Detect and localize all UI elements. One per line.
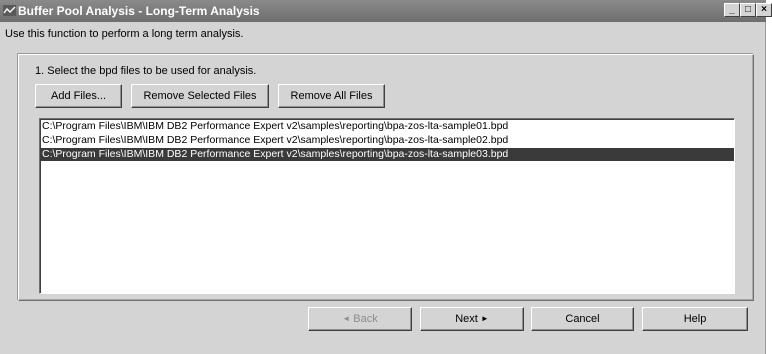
next-arrow-icon: ► (480, 314, 489, 323)
file-list-item[interactable]: C:\Program Files\IBM\IBM DB2 Performance… (40, 148, 734, 161)
dialog-window: Buffer Pool Analysis - Long-Term Analysi… (0, 0, 772, 354)
step-label: 1. Select the bpd files to be used for a… (35, 65, 257, 77)
remove-all-files-button[interactable]: Remove All Files (278, 84, 385, 108)
file-list[interactable]: C:\Program Files\IBM\IBM DB2 Performance… (39, 118, 735, 294)
file-selection-panel: 1. Select the bpd files to be used for a… (18, 54, 754, 301)
instruction-text: Use this function to perform a long term… (5, 28, 244, 40)
cancel-button[interactable]: Cancel (531, 307, 634, 331)
minimize-button[interactable]: _ (724, 3, 740, 17)
next-button[interactable]: Next ► (420, 307, 524, 331)
remove-selected-files-button[interactable]: Remove Selected Files (131, 84, 269, 108)
back-button[interactable]: ◄ Back (308, 307, 412, 331)
next-label: Next (455, 313, 478, 325)
app-icon (3, 5, 16, 16)
back-arrow-icon: ◄ (342, 314, 351, 323)
maximize-button[interactable]: □ (740, 3, 756, 17)
window-title: Buffer Pool Analysis - Long-Term Analysi… (18, 4, 260, 18)
file-list-item[interactable]: C:\Program Files\IBM\IBM DB2 Performance… (40, 120, 734, 133)
back-label: Back (353, 313, 378, 325)
maximize-icon: □ (744, 4, 752, 15)
add-files-button[interactable]: Add Files... (35, 84, 122, 108)
close-icon: × (761, 4, 767, 15)
title-bar[interactable]: Buffer Pool Analysis - Long-Term Analysi… (0, 0, 772, 22)
window-controls: _ □ × (724, 3, 772, 17)
help-button[interactable]: Help (642, 307, 748, 331)
minimize-icon: _ (729, 4, 735, 15)
close-button[interactable]: × (756, 3, 772, 17)
file-list-item[interactable]: C:\Program Files\IBM\IBM DB2 Performance… (40, 134, 734, 147)
